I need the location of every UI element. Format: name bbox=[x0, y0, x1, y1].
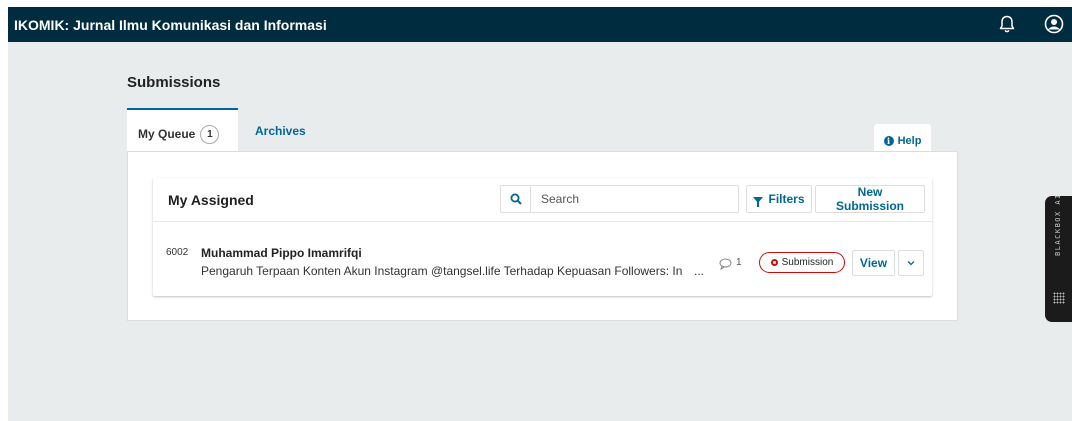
status-label: Submission bbox=[781, 257, 834, 268]
filters-button[interactable]: Filters bbox=[746, 185, 812, 213]
site-title[interactable]: IKOMIK: Jurnal Ilmu Komunikasi dan Infor… bbox=[14, 17, 327, 33]
tab-my-queue-label: My Queue bbox=[138, 127, 196, 141]
info-circle-icon: i bbox=[883, 136, 894, 146]
queue-count-badge: 1 bbox=[200, 124, 220, 144]
search-icon[interactable] bbox=[501, 186, 531, 212]
submission-author: Muhammad Pippo Imamrifqi bbox=[201, 246, 362, 260]
blackbox-logo-icon bbox=[1053, 292, 1065, 304]
filters-label: Filters bbox=[768, 192, 805, 206]
submission-id: 6002 bbox=[166, 247, 189, 258]
app-window: IKOMIK: Jurnal Ilmu Komunikasi dan Infor… bbox=[8, 7, 1072, 421]
search-box bbox=[500, 185, 739, 213]
new-submission-button[interactable]: New Submission bbox=[815, 185, 925, 213]
search-input[interactable] bbox=[531, 191, 733, 207]
expand-row-button[interactable] bbox=[898, 250, 924, 276]
view-button[interactable]: View bbox=[852, 250, 895, 276]
list-title: My Assigned bbox=[168, 192, 254, 208]
submission-title: Pengaruh Terpaan Konten Akun Instagram @… bbox=[201, 264, 683, 278]
filter-icon bbox=[753, 197, 764, 207]
blackbox-ai-extension-tab[interactable]: BLACKBOX AI bbox=[1045, 193, 1072, 322]
submissions-list-panel: My Assigned Filters New Submission 6002 … bbox=[153, 178, 932, 296]
chevron-down-icon bbox=[907, 261, 915, 266]
comment-icon bbox=[719, 257, 732, 275]
tab-archives[interactable]: Archives bbox=[255, 124, 306, 138]
bell-icon[interactable] bbox=[996, 12, 1018, 36]
blackbox-label: BLACKBOX AI bbox=[1054, 193, 1062, 256]
page-title: Submissions bbox=[127, 74, 221, 91]
help-label: Help bbox=[897, 135, 922, 147]
status-dot-icon bbox=[770, 259, 778, 266]
user-circle-icon[interactable] bbox=[1043, 12, 1065, 36]
top-header: IKOMIK: Jurnal Ilmu Komunikasi dan Infor… bbox=[8, 7, 1072, 42]
list-header: My Assigned Filters New Submission bbox=[153, 178, 932, 222]
status-badge: Submission bbox=[759, 252, 845, 273]
title-ellipsis: ... bbox=[694, 264, 705, 278]
comment-count: 1 bbox=[736, 257, 742, 268]
